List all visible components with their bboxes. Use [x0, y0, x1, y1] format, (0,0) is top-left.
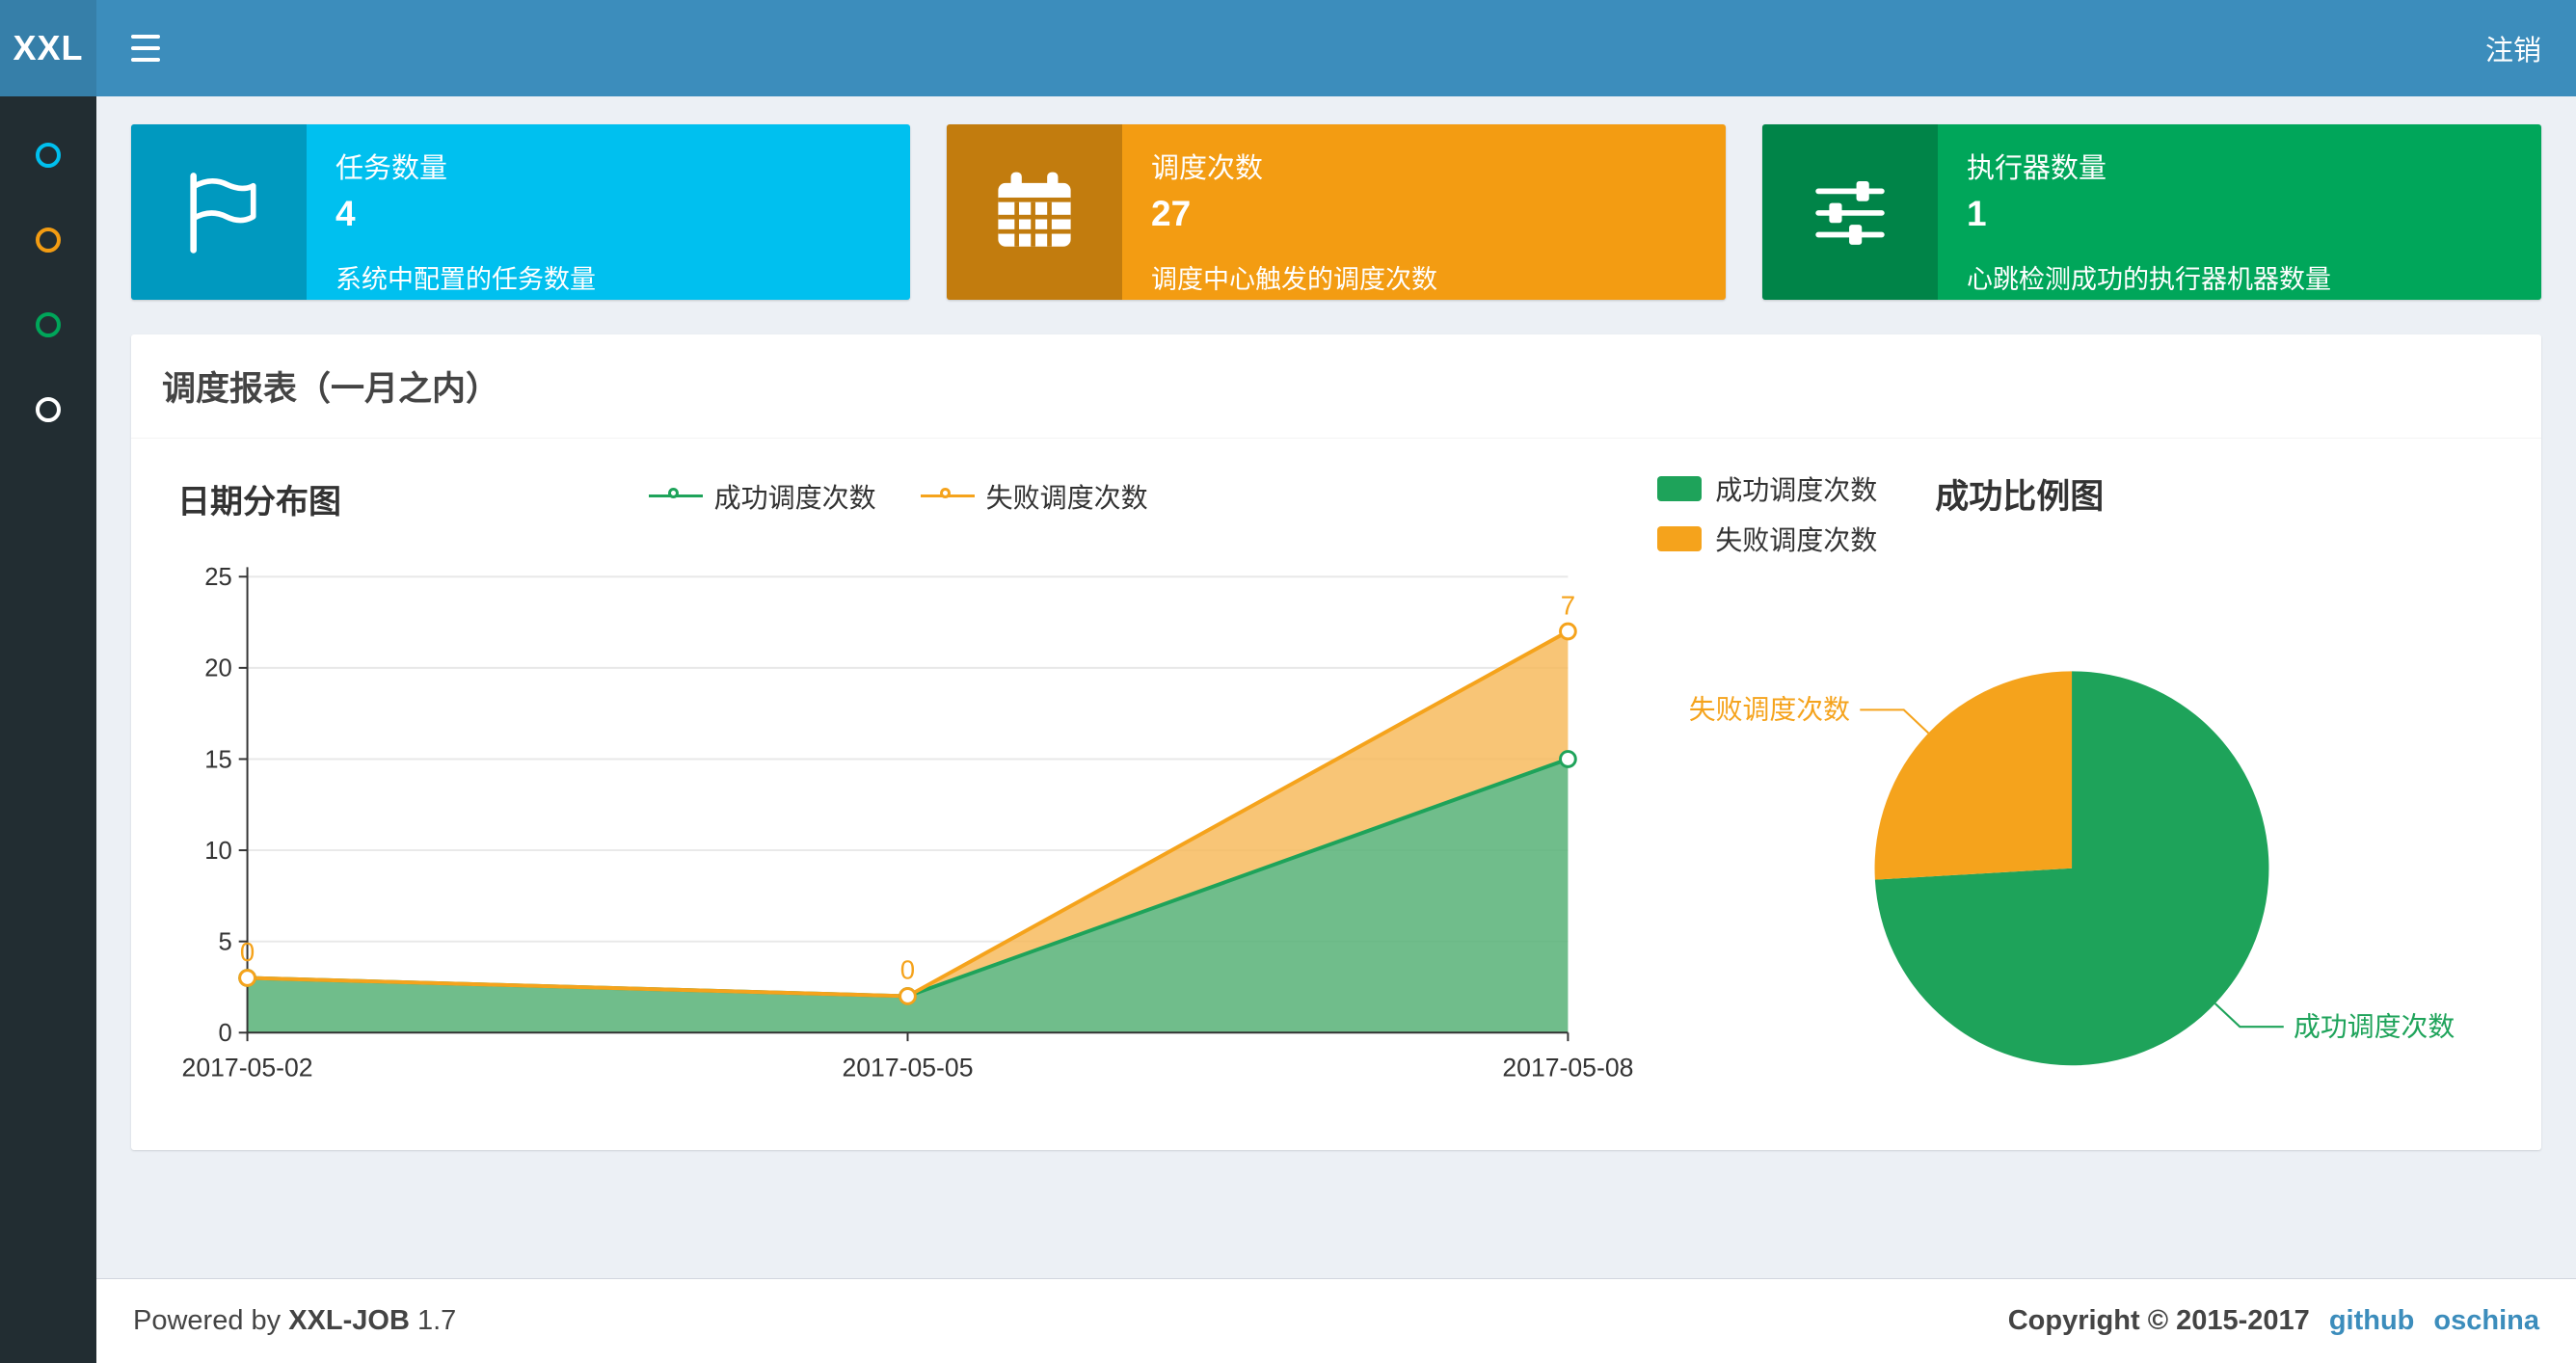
- svg-text:7: 7: [1561, 590, 1575, 620]
- panel-body: 日期分布图 成功调度次数 失败调度次数 0 5 10 15 20 25 0 0 7 2017-05…: [131, 439, 2541, 1150]
- circle-icon: [36, 397, 61, 422]
- legend-item-fail[interactable]: 失败调度次数: [920, 477, 1148, 516]
- success-ratio-pie-chart: 成功调度次数 失败调度次数: [1689, 671, 2455, 1066]
- svg-text:2017-05-05: 2017-05-05: [842, 1054, 973, 1082]
- calendar-icon: [947, 124, 1122, 300]
- line-chart-legend: 成功调度次数 失败调度次数: [152, 477, 1644, 516]
- line-series-marker-icon: [648, 487, 703, 506]
- info-box-label: 调度次数: [1151, 153, 1264, 184]
- legend-label-success: 成功调度次数: [713, 483, 876, 513]
- copyright-text: Copyright © 2015-2017: [2007, 1305, 2310, 1336]
- svg-text:成功调度次数: 成功调度次数: [2294, 1011, 2455, 1041]
- legend-swatch-icon: [1657, 526, 1703, 551]
- info-box-value: 4: [335, 194, 356, 233]
- panel-title: 调度报表（一月之内）: [131, 334, 2541, 439]
- line-series-marker-icon: [920, 487, 975, 506]
- flag-icon: [131, 124, 307, 300]
- info-box-description: 调度中心触发的调度次数: [1151, 265, 1437, 294]
- pie-chart-legend: 成功调度次数 失败调度次数: [1657, 469, 1877, 558]
- product-name: XXL-JOB: [288, 1305, 410, 1336]
- sidebar-item-help[interactable]: [0, 397, 96, 422]
- circle-icon: [36, 312, 61, 337]
- date-distribution-chart: 05101520250072017-05-02 2017-05-05 2017-05…: [182, 564, 1634, 1082]
- info-box-label: 执行器数量: [1967, 153, 2107, 184]
- info-box-content: 任务数量 4 系统中配置的任务数量: [307, 124, 910, 300]
- svg-text:25: 25: [204, 564, 232, 591]
- info-box-label: 任务数量: [335, 153, 448, 184]
- top-navbar: XXL 注销: [0, 0, 2576, 96]
- sidebar-item-executor-manage[interactable]: [0, 312, 96, 337]
- main-content: 运行报表 任务调度中心 任务数量 4 系统中配置的任务数量: [96, 0, 2576, 1150]
- legend-item-success[interactable]: 成功调度次数: [648, 477, 876, 516]
- legend-label-fail: 失败调度次数: [985, 483, 1148, 513]
- svg-text:2017-05-02: 2017-05-02: [182, 1054, 313, 1082]
- github-link[interactable]: github: [2329, 1305, 2415, 1337]
- product-version: 1.7: [416, 1305, 457, 1336]
- footer-copyright: Copyright © 2015-2017 github oschina: [2008, 1305, 2539, 1337]
- info-box-jobs: 任务数量 4 系统中配置的任务数量: [131, 124, 910, 300]
- app-logo[interactable]: XXL: [0, 0, 96, 96]
- svg-text:5: 5: [219, 929, 232, 956]
- svg-text:15: 15: [204, 746, 232, 773]
- success-ratio-section: 成功调度次数 失败调度次数 成功比例图 成功调度次数 失败调度次数: [1644, 464, 2520, 1108]
- pie-chart-header: 成功调度次数 失败调度次数 成功比例图: [1644, 464, 2520, 570]
- info-box-content: 调度次数 27 调度中心触发的调度次数: [1122, 124, 1726, 300]
- info-box-description: 系统中配置的任务数量: [335, 265, 596, 294]
- sliders-icon: [1762, 124, 1938, 300]
- svg-text:0: 0: [219, 1020, 232, 1047]
- info-box-value: 27: [1151, 194, 1192, 233]
- date-distribution-section: 日期分布图 成功调度次数 失败调度次数 0 5 10 15 20 25 0 0 7 2017-05…: [152, 464, 1644, 1108]
- schedule-report-panel: 调度报表（一月之内） 日期分布图 成功调度次数 失败调度次数 0 5 10 15…: [131, 334, 2541, 1150]
- pie-legend-item-success[interactable]: 成功调度次数: [1657, 469, 1877, 508]
- svg-text:20: 20: [204, 655, 232, 682]
- line-chart-header: 日期分布图 成功调度次数 失败调度次数: [152, 471, 1644, 527]
- sidebar-item-job-manage[interactable]: [0, 227, 96, 253]
- sidebar-item-run-report[interactable]: [0, 143, 96, 168]
- sidebar-toggle-icon[interactable]: [131, 35, 166, 62]
- footer-powered-by: Powered by XXL-JOB 1.7: [133, 1305, 456, 1337]
- svg-text:失败调度次数: 失败调度次数: [1689, 695, 1850, 725]
- info-box-content: 执行器数量 1 心跳检测成功的执行器机器数量: [1938, 124, 2541, 300]
- legend-swatch-icon: [1657, 476, 1703, 501]
- info-box-row: 任务数量 4 系统中配置的任务数量 调度次数 27 调度中心触发的调度次数 执行…: [131, 124, 2541, 300]
- pie-legend-label-success: 成功调度次数: [1715, 475, 1878, 505]
- info-box-executors: 执行器数量 1 心跳检测成功的执行器机器数量: [1762, 124, 2541, 300]
- svg-text:0: 0: [240, 937, 255, 967]
- footer: Powered by XXL-JOB 1.7 Copyright © 2015-…: [96, 1278, 2576, 1363]
- circle-icon: [36, 143, 61, 168]
- svg-text:2017-05-08: 2017-05-08: [1502, 1054, 1633, 1082]
- svg-text:0: 0: [900, 955, 915, 985]
- navbar-content: 注销: [96, 0, 2576, 96]
- pie-chart-title: 成功比例图: [1935, 478, 2105, 516]
- pie-legend-label-fail: 失败调度次数: [1715, 525, 1878, 555]
- circle-icon: [36, 227, 61, 253]
- info-box-value: 1: [1967, 194, 1987, 233]
- sidebar-menu: [0, 96, 96, 1363]
- logout-link[interactable]: 注销: [2485, 28, 2541, 68]
- powered-prefix: Powered by: [133, 1305, 282, 1336]
- info-box-description: 心跳检测成功的执行器机器数量: [1967, 265, 2331, 294]
- svg-text:10: 10: [204, 838, 232, 865]
- oschina-link[interactable]: oschina: [2433, 1305, 2539, 1337]
- info-box-triggers: 调度次数 27 调度中心触发的调度次数: [947, 124, 1726, 300]
- pie-legend-item-fail[interactable]: 失败调度次数: [1657, 520, 1877, 558]
